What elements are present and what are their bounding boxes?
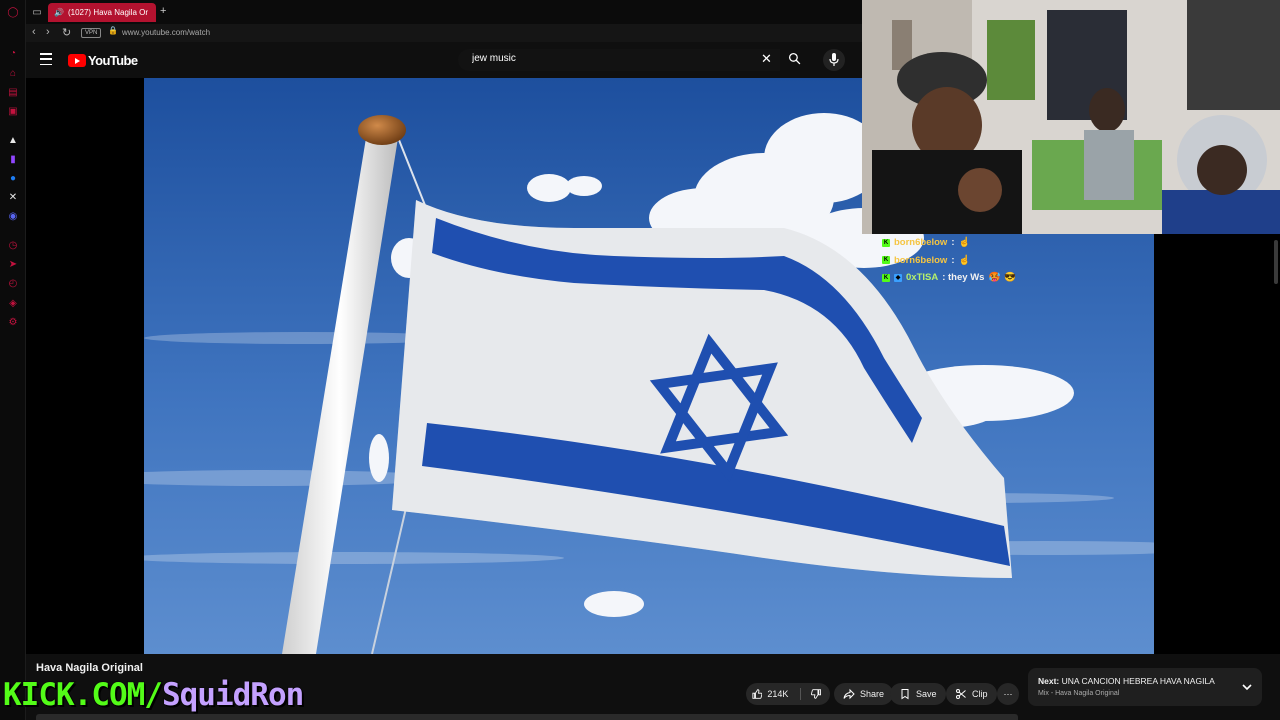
- send-icon[interactable]: ➤: [6, 257, 20, 271]
- emote-icon: ☝: [958, 254, 971, 266]
- kick-badge-icon: K: [882, 238, 890, 247]
- share-button[interactable]: Share: [834, 683, 894, 705]
- description-box-edge: [36, 714, 1018, 720]
- hamburger-menu-icon[interactable]: [40, 53, 52, 65]
- tab-bar: ▭ 🔊 (1027) Hava Nagila Or +: [26, 0, 862, 24]
- thumbs-up-icon[interactable]: [752, 688, 763, 700]
- emote-icon: ☝: [958, 237, 971, 249]
- search-input[interactable]: [472, 53, 732, 64]
- next-up-panel[interactable]: Next: UNA CANCION HEBREA HAVA NAGILA Mix…: [1028, 668, 1262, 706]
- history-icon[interactable]: ◷: [6, 238, 20, 252]
- next-up-label: Next: UNA CANCION HEBREA HAVA NAGILA: [1038, 676, 1215, 686]
- youtube-header: YouTube ✕: [26, 42, 862, 78]
- next-prefix: Next:: [1038, 676, 1060, 686]
- save-label: Save: [916, 689, 937, 699]
- youtube-logo-icon[interactable]: [68, 54, 86, 67]
- like-count[interactable]: 214K: [767, 689, 788, 699]
- kick-badge-icon: K: [882, 273, 890, 282]
- tab-title: (1027) Hava Nagila Or: [67, 8, 149, 17]
- home-icon[interactable]: ⌂: [6, 66, 20, 80]
- more-icon: ⋯: [1003, 688, 1013, 699]
- lock-icon[interactable]: 🔒: [108, 26, 118, 35]
- discord-icon[interactable]: ◉: [6, 209, 20, 223]
- chat-username: 0xTISA: [906, 272, 939, 284]
- chat-text: :: [951, 237, 955, 249]
- audio-playing-icon[interactable]: 🔊: [54, 8, 64, 17]
- save-button[interactable]: Save: [890, 683, 946, 705]
- kick-badge-icon: K: [882, 256, 890, 265]
- player-icon[interactable]: ▣: [6, 104, 20, 118]
- scissors-icon: [956, 689, 966, 699]
- aria-ai-icon[interactable]: ▲: [6, 133, 20, 147]
- tab-active[interactable]: 🔊 (1027) Hava Nagila Or: [48, 3, 156, 22]
- webcam-image: [862, 0, 1280, 234]
- clear-search-icon[interactable]: ✕: [761, 51, 772, 67]
- forward-arrow-icon[interactable]: ›: [46, 26, 50, 38]
- chat-message: K born6below : ☝: [882, 234, 1122, 252]
- chevron-down-icon[interactable]: [1242, 682, 1252, 692]
- share-icon: [843, 688, 855, 700]
- x-twitter-icon[interactable]: ✕: [6, 190, 20, 204]
- reload-icon[interactable]: ↻: [62, 26, 71, 39]
- next-title: UNA CANCION HEBREA HAVA NAGILA: [1061, 676, 1215, 686]
- url-field[interactable]: www.youtube.com/watch: [122, 28, 210, 37]
- watermark-channel: SquidRon: [161, 676, 305, 713]
- streamer-webcam: [862, 0, 1280, 234]
- voice-search-button[interactable]: [823, 49, 845, 71]
- settings-gear-icon[interactable]: ⚙: [6, 315, 20, 329]
- chat-text: : they Ws: [942, 272, 985, 284]
- kick-watermark: KICK.COM/ SquidRon: [2, 674, 305, 716]
- more-actions-button[interactable]: ⋯: [997, 683, 1019, 705]
- next-subtitle: Mix - Hava Nagila Original: [1038, 690, 1120, 697]
- video-title: Hava Nagila Original: [36, 662, 143, 674]
- youtube-logo-text[interactable]: YouTube: [88, 53, 138, 68]
- speed-dial-icon[interactable]: ◔: [6, 46, 20, 60]
- bookmark-icon: [901, 689, 909, 700]
- tab-overview-icon[interactable]: ▭: [30, 5, 44, 19]
- watermark-domain: KICK.COM/: [2, 676, 164, 713]
- twitch-icon[interactable]: ▮: [6, 152, 20, 166]
- screen: ◯ ◔ ⌂ ▤ ▣ ▲ ▮ ● ✕ ◉ ◷ ➤ ◴ ◈ ⚙ ▭ 🔊 (1027)…: [0, 0, 1280, 720]
- sub-badge-icon: ◆: [894, 273, 902, 282]
- like-dislike-group: 214K: [746, 683, 830, 705]
- messenger-icon[interactable]: ●: [6, 171, 20, 185]
- like-divider: [800, 688, 801, 700]
- chat-username: born6below: [894, 254, 948, 266]
- chat-overlay: K born6below : ☝ K born6below : ☝ K ◆ 0x…: [882, 234, 1122, 287]
- browser-sidebar: ◯ ◔ ⌂ ▤ ▣ ▲ ▮ ● ✕ ◉ ◷ ➤ ◴ ◈ ⚙: [0, 0, 26, 720]
- thumbs-down-icon[interactable]: [810, 688, 821, 700]
- address-bar: ‹ › ↻ VPN 🔒 www.youtube.com/watch: [26, 24, 862, 42]
- search-box[interactable]: [458, 49, 780, 71]
- clip-button[interactable]: Clip: [946, 683, 997, 705]
- clock-icon[interactable]: ◴: [6, 276, 20, 290]
- search-icon[interactable]: [788, 52, 801, 65]
- chat-message: K ◆ 0xTISA : they Ws 🥵 😎: [882, 269, 1122, 287]
- chat-username: born6below: [894, 237, 948, 249]
- microphone-icon: [829, 53, 839, 66]
- back-arrow-icon[interactable]: ‹: [32, 26, 36, 38]
- chat-text: :: [951, 254, 955, 266]
- bookmarks-icon[interactable]: ▤: [6, 85, 20, 99]
- share-label: Share: [860, 689, 885, 699]
- extensions-icon[interactable]: ◈: [6, 296, 20, 310]
- emote-icon: 😎: [1004, 272, 1017, 284]
- page-scrollbar[interactable]: [1274, 240, 1278, 284]
- chat-message: K born6below : ☝: [882, 252, 1122, 270]
- vpn-badge[interactable]: VPN: [81, 28, 102, 38]
- emote-icon: 🥵: [988, 272, 1001, 284]
- new-tab-button[interactable]: +: [160, 5, 166, 17]
- opera-logo-icon[interactable]: ◯: [6, 5, 20, 19]
- clip-label: Clip: [972, 689, 988, 699]
